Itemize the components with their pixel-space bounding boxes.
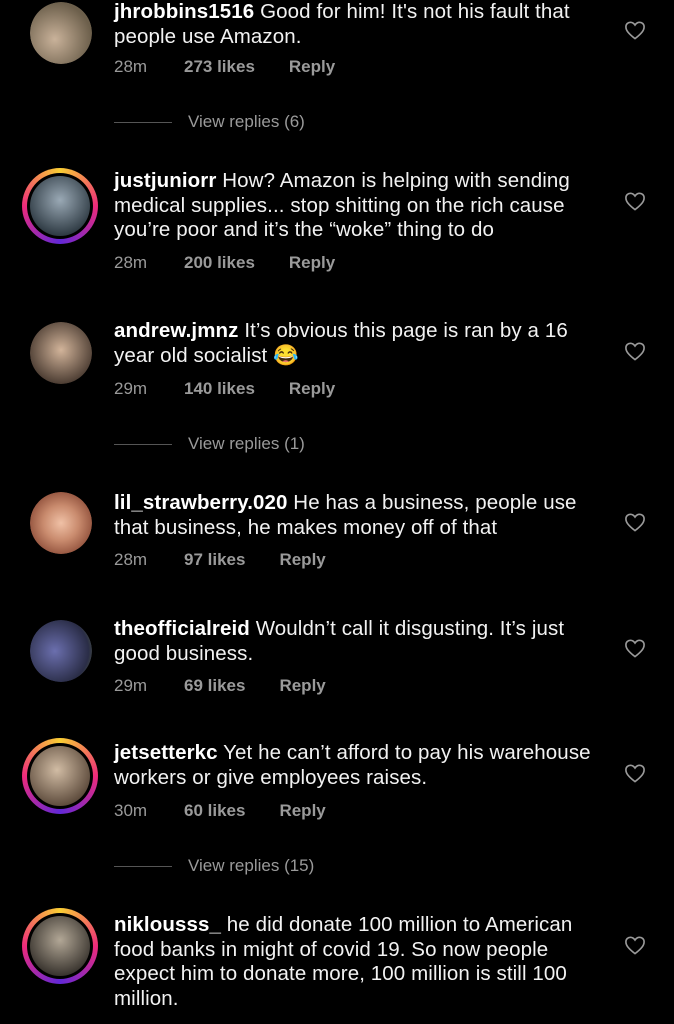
avatar[interactable] <box>30 322 92 384</box>
reply-button[interactable]: Reply <box>279 801 325 821</box>
timestamp: 28m <box>114 550 148 569</box>
comment-text: justjuniorr How? Amazon is helping with … <box>114 169 604 243</box>
reply-button[interactable]: Reply <box>289 379 335 399</box>
likes-count[interactable]: 69 likes <box>184 676 245 696</box>
timestamp: 29m <box>114 379 148 398</box>
username-link[interactable]: jhrobbins1516 <box>114 0 254 23</box>
avatar[interactable] <box>30 620 92 682</box>
reply-button[interactable]: Reply <box>289 253 335 273</box>
comment-text: jhrobbins1516 Good for him! It's not his… <box>114 0 604 49</box>
likes-count[interactable]: 97 likes <box>184 550 245 570</box>
username-link[interactable]: andrew.jmnz <box>114 319 239 342</box>
view-replies-label: View replies (15) <box>188 856 315 875</box>
comment-text: jetsetterkc Yet he can’t afford to pay h… <box>114 741 604 790</box>
timestamp: 29m <box>114 676 148 695</box>
view-replies-button[interactable]: View replies (15) <box>114 856 314 876</box>
username-link[interactable]: lil_strawberry.020 <box>114 491 288 514</box>
reply-button[interactable]: Reply <box>289 57 335 77</box>
like-heart-icon[interactable] <box>624 763 646 783</box>
comment-text: lil_strawberry.020 He has a business, pe… <box>114 491 604 540</box>
comment-meta: 28m 200 likes Reply <box>114 253 335 273</box>
timestamp: 28m <box>114 253 148 272</box>
timestamp: 28m <box>114 57 148 76</box>
like-heart-icon[interactable] <box>624 638 646 658</box>
view-replies-label: View replies (1) <box>188 434 305 453</box>
avatar[interactable] <box>22 908 98 984</box>
avatar[interactable] <box>30 492 92 554</box>
likes-count[interactable]: 200 likes <box>184 253 255 273</box>
comment-meta: 28m 97 likes Reply <box>114 550 326 570</box>
reply-button[interactable]: Reply <box>279 550 325 570</box>
avatar[interactable] <box>22 168 98 244</box>
reply-button[interactable]: Reply <box>279 676 325 696</box>
comment-text: theofficialreid Wouldn’t call it disgust… <box>114 617 604 666</box>
username-link[interactable]: theofficialreid <box>114 617 250 640</box>
like-heart-icon[interactable] <box>624 20 646 40</box>
divider <box>114 865 172 867</box>
username-link[interactable]: jetsetterkc <box>114 741 218 764</box>
like-heart-icon[interactable] <box>624 191 646 211</box>
like-heart-icon[interactable] <box>624 512 646 532</box>
comment-meta: 29m 69 likes Reply <box>114 676 326 696</box>
comment-meta: 30m 60 likes Reply <box>114 801 326 821</box>
username-link[interactable]: niklousss_ <box>114 913 221 936</box>
avatar[interactable] <box>22 738 98 814</box>
comment-text: andrew.jmnz It’s obvious this page is ra… <box>114 319 604 368</box>
avatar[interactable] <box>30 2 92 64</box>
username-link[interactable]: justjuniorr <box>114 169 216 192</box>
comment-meta: 29m 140 likes Reply <box>114 379 335 399</box>
likes-count[interactable]: 140 likes <box>184 379 255 399</box>
like-heart-icon[interactable] <box>624 341 646 361</box>
divider <box>114 121 172 123</box>
view-replies-button[interactable]: View replies (1) <box>114 434 305 454</box>
divider <box>114 443 172 445</box>
timestamp: 30m <box>114 801 148 820</box>
like-heart-icon[interactable] <box>624 935 646 955</box>
view-replies-label: View replies (6) <box>188 112 305 131</box>
view-replies-button[interactable]: View replies (6) <box>114 112 305 132</box>
comment-meta: 28m 273 likes Reply <box>114 57 335 77</box>
likes-count[interactable]: 273 likes <box>184 57 255 77</box>
likes-count[interactable]: 60 likes <box>184 801 245 821</box>
comment-text: niklousss_ he did donate 100 million to … <box>114 913 604 1011</box>
